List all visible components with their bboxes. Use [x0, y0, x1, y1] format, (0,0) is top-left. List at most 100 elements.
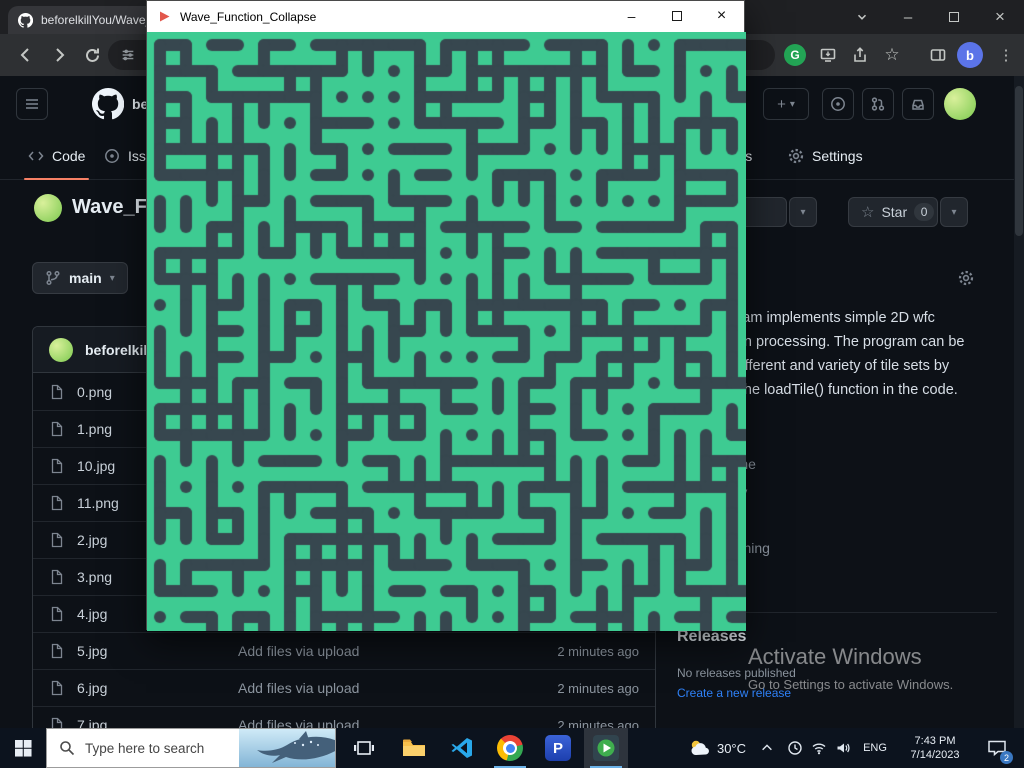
scrollbar-thumb[interactable] — [1015, 86, 1023, 236]
branch-name: main — [69, 270, 102, 286]
back-icon[interactable] — [9, 38, 43, 72]
commit-message[interactable]: Add files via upload — [238, 680, 557, 696]
hidden-icons-chevron[interactable] — [756, 728, 778, 768]
search-highlight-image[interactable] — [239, 729, 335, 768]
create-new-button[interactable]: + ▾ — [763, 88, 809, 120]
extension-icon[interactable]: G — [778, 38, 812, 72]
window-maximize-button[interactable] — [938, 0, 970, 34]
language-indicator[interactable]: ENG — [858, 728, 892, 768]
sketch-titlebar[interactable]: Wave_Function_Collapse – × — [147, 1, 744, 32]
taskbar-date: 7/14/2023 — [911, 748, 960, 762]
chrome-icon[interactable] — [488, 728, 532, 768]
tab-search-icon[interactable] — [846, 0, 878, 34]
search-placeholder: Type here to search — [85, 741, 204, 756]
chrome-logo — [497, 735, 523, 761]
file-icon — [49, 458, 65, 474]
forward-icon[interactable] — [42, 38, 76, 72]
weather-widget[interactable]: 30°C — [686, 728, 748, 768]
user-avatar[interactable] — [944, 88, 976, 120]
branch-selector[interactable]: main ▾ — [32, 262, 128, 294]
inbox-icon-button[interactable] — [902, 88, 934, 120]
task-view-button[interactable] — [344, 728, 384, 768]
issue-icon — [104, 148, 120, 164]
sketch-window: Wave_Function_Collapse – × — [146, 0, 745, 630]
commit-time: 2 minutes ago — [557, 718, 639, 729]
about-settings-icon[interactable] — [958, 270, 974, 291]
star-count: 0 — [914, 203, 934, 221]
code-icon — [28, 148, 44, 164]
start-button[interactable] — [0, 728, 46, 768]
taskbar-clock[interactable]: 7:43 PM 7/14/2023 — [896, 728, 974, 768]
sketch-close-button[interactable]: × — [699, 1, 744, 31]
commit-message[interactable]: Add files via upload — [238, 717, 557, 728]
bookmark-star-icon[interactable]: ☆ — [875, 38, 909, 72]
action-center-button[interactable]: 2 — [978, 728, 1016, 768]
file-row[interactable]: 5.jpg Add files via upload 2 minutes ago — [33, 632, 655, 669]
processing-logo: P — [545, 735, 571, 761]
star-icon: ☆ — [861, 203, 874, 221]
commit-message[interactable]: Add files via upload — [238, 643, 557, 659]
sketch-taskbar-icon[interactable] — [584, 728, 628, 768]
create-release-link[interactable]: Create a new release — [677, 686, 791, 700]
file-icon — [49, 569, 65, 585]
contributor-avatar[interactable] — [49, 338, 73, 362]
file-name[interactable]: 5.jpg — [77, 643, 238, 659]
tab-sett1ngs[interactable]: Settings — [784, 132, 867, 180]
window-minimize-button[interactable]: – — [892, 0, 924, 34]
chevron-down-icon: ▾ — [790, 99, 795, 110]
file-icon — [49, 384, 65, 400]
side-panel-icon[interactable] — [921, 38, 955, 72]
share-icon[interactable] — [843, 38, 877, 72]
repo-owner-avatar[interactable] — [34, 194, 62, 222]
desktop: beforelkillYou/Wave_Function_Collapse – … — [0, 0, 1024, 768]
chevron-down-icon: ▾ — [110, 273, 115, 284]
tab-code[interactable]: Code — [24, 132, 89, 180]
volume-icon[interactable] — [832, 728, 854, 768]
file-icon — [49, 532, 65, 548]
wifi-icon[interactable] — [808, 728, 830, 768]
star-button[interactable]: ☆ Star 0 — [848, 197, 938, 227]
file-icon — [49, 495, 65, 511]
clock-tray-icon[interactable] — [784, 728, 806, 768]
pull-requests-icon-button[interactable] — [862, 88, 894, 120]
github-logo[interactable] — [92, 88, 124, 120]
file-explorer-icon[interactable] — [392, 728, 436, 768]
commit-time: 2 minutes ago — [557, 644, 639, 659]
plus-icon: + — [777, 96, 786, 113]
window-close-button[interactable]: × — [984, 0, 1016, 34]
taskbar-search[interactable]: Type here to search — [46, 728, 336, 768]
github-favicon — [18, 13, 33, 28]
reload-icon[interactable] — [75, 38, 109, 72]
file-name[interactable]: 7.jpg — [77, 717, 238, 728]
file-icon — [49, 606, 65, 622]
maximize-icon — [949, 12, 959, 22]
issues-icon-button[interactable] — [822, 88, 854, 120]
page-scrollbar[interactable] — [1014, 76, 1024, 728]
tune-icon — [120, 47, 136, 63]
extension-badge: G — [784, 44, 806, 66]
maximize-icon — [672, 11, 682, 21]
star-dropdown[interactable]: ▾ — [940, 197, 968, 227]
browser-menu-icon[interactable]: ⋮ — [989, 38, 1023, 72]
profile-avatar[interactable]: b — [957, 42, 983, 68]
sketch-window-icon — [158, 10, 171, 23]
install-app-icon[interactable] — [811, 38, 845, 72]
chevron-down-icon: ▾ — [951, 207, 956, 218]
hamburger-menu-button[interactable] — [16, 88, 48, 120]
weather-icon — [688, 738, 712, 758]
file-name[interactable]: 6.jpg — [77, 680, 238, 696]
search-icon — [59, 740, 75, 756]
branch-icon — [45, 270, 61, 286]
notification-badge: 2 — [1000, 751, 1013, 764]
releases-empty-text: No releases published — [677, 666, 796, 680]
sketch-minimize-button[interactable]: – — [609, 1, 654, 31]
taskbar: Type here to search P — [0, 728, 1024, 768]
vscode-icon[interactable] — [440, 728, 484, 768]
sketch-maximize-button[interactable] — [654, 1, 699, 31]
taskbar-time: 7:43 PM — [911, 734, 960, 748]
file-row[interactable]: 6.jpg Add files via upload 2 minutes ago — [33, 669, 655, 706]
processing-icon[interactable]: P — [536, 728, 580, 768]
file-row[interactable]: 7.jpg Add files via upload 2 minutes ago — [33, 706, 655, 728]
fork-dropdown[interactable]: ▾ — [789, 197, 817, 227]
weather-temp: 30°C — [717, 741, 746, 756]
